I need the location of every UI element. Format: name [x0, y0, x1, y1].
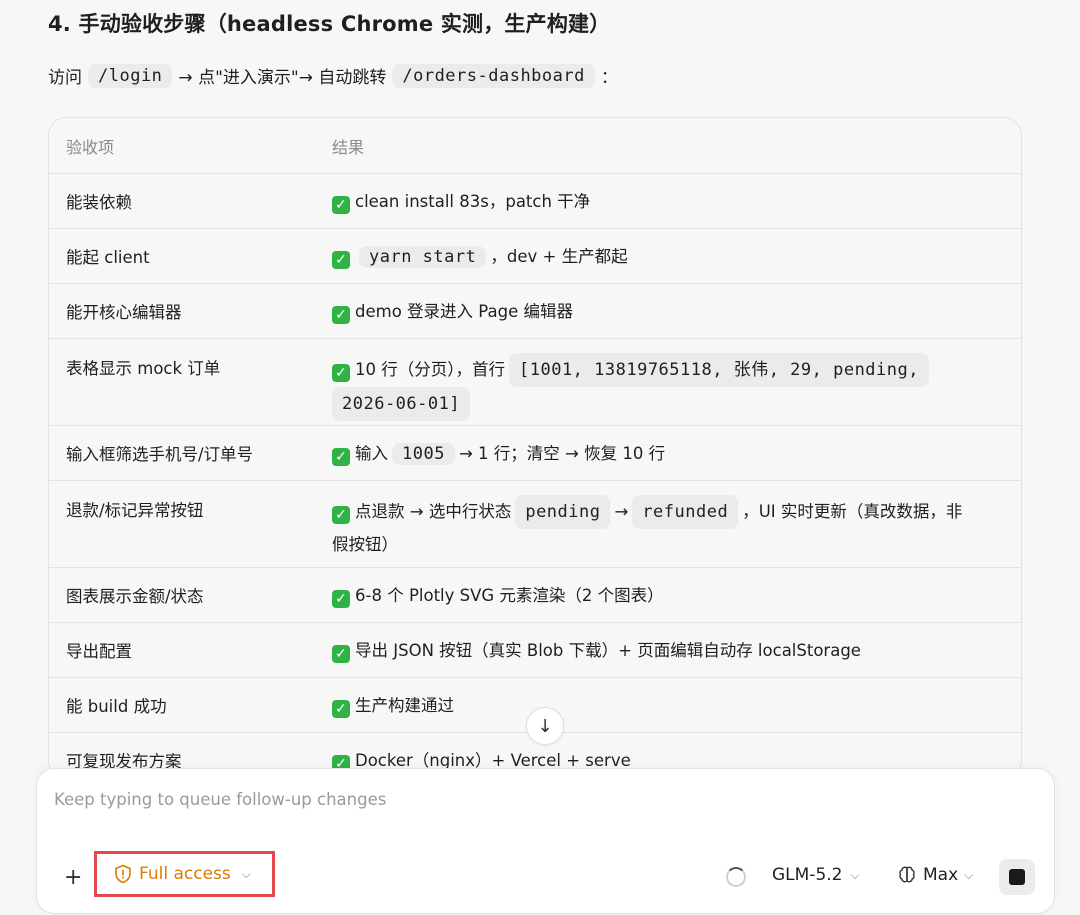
row-item: 能装依赖: [66, 193, 132, 212]
arrow-text: →: [614, 502, 629, 521]
result-text: 6-8 个 Plotly SVG 元素渲染（2 个图表）: [355, 586, 664, 605]
row-item: 输入框筛选手机号/订单号: [66, 445, 254, 464]
row-result: ✓ demo 登录进入 Page 编辑器: [332, 298, 1021, 324]
row-item: 表格显示 mock 订单: [66, 359, 221, 378]
table-row: 能起 client ✓ yarn start ，dev + 生产都起: [49, 228, 1021, 283]
access-dropdown[interactable]: Full access ⌵: [94, 851, 275, 897]
check-icon: ✓: [332, 306, 350, 324]
composer: Keep typing to queue follow-up changes +…: [36, 768, 1055, 914]
header-result: 结果: [332, 137, 365, 157]
effort-label: Max: [923, 865, 959, 885]
inline-code: yarn start: [359, 246, 487, 268]
stop-button[interactable]: [999, 859, 1035, 895]
chevron-down-icon: ⌵: [241, 866, 251, 881]
check-icon: ✓: [332, 364, 350, 382]
row-result: ✓ yarn start ，dev + 生产都起: [332, 243, 1021, 269]
result-text: 导出 JSON 按钮（真实 Blob 下载）+ 页面编辑自动存 localSto…: [355, 641, 861, 660]
intro-middle: → 点"进入演示"→ 自动跳转: [178, 68, 387, 88]
login-path-code: /login: [88, 63, 173, 88]
intro-line: 访问 /login → 点"进入演示"→ 自动跳转 /orders-dashbo…: [48, 63, 618, 88]
row-result: ✓ 生产构建通过: [332, 692, 1021, 718]
section-heading: 4. 手动验收步骤（headless Chrome 实测，生产构建）: [48, 12, 611, 36]
add-attachment-button[interactable]: +: [64, 865, 82, 890]
result-text: ，dev + 生产都起: [490, 247, 628, 266]
table-row: 导出配置 ✓ 导出 JSON 按钮（真实 Blob 下载）+ 页面编辑自动存 lo…: [49, 622, 1021, 677]
scroll-down-button[interactable]: ↓: [526, 707, 564, 745]
row-result: ✓ 点退款 → 选中行状态 pending → refunded ，UI 实时更新（真改数…: [332, 481, 1021, 561]
result-text: 输入: [355, 444, 388, 463]
model-selector[interactable]: GLM-5.2 ⌵: [772, 865, 860, 885]
chevron-down-icon: ⌵: [964, 867, 974, 882]
table-row: 能装依赖 ✓ clean install 83s，patch 干净: [49, 173, 1021, 228]
table-row: 表格显示 mock 订单 ✓ 10 行（分页），首行 [1001, 13819765…: [49, 338, 1021, 425]
table-row: 输入框筛选手机号/订单号 ✓ 输入 1005 → 1 行；清空 → 恢复 10 行: [49, 425, 1021, 480]
result-text: 10 行（分页），首行: [355, 360, 505, 379]
check-icon: ✓: [332, 700, 350, 718]
row-result: ✓ 输入 1005 → 1 行；清空 → 恢复 10 行: [332, 440, 1021, 466]
row-item: 导出配置: [66, 642, 132, 661]
header-item: 验收项: [66, 137, 115, 157]
row-item: 能起 client: [66, 248, 150, 267]
check-icon: ✓: [332, 251, 350, 269]
inline-code: [1001, 13819765118, 张伟, 29, pending,: [509, 353, 929, 387]
inline-code: pending: [515, 495, 611, 529]
row-result: ✓ 6-8 个 Plotly SVG 元素渲染（2 个图表）: [332, 582, 1021, 608]
model-label: GLM-5.2: [772, 865, 843, 885]
table-header: 验收项 结果: [49, 118, 1021, 173]
intro-suffix: ：: [600, 68, 618, 88]
inline-code: 1005: [392, 443, 455, 465]
composer-input[interactable]: Keep typing to queue follow-up changes: [54, 790, 386, 809]
row-result: ✓ clean install 83s，patch 干净: [332, 188, 1021, 214]
row-item: 图表展示金额/状态: [66, 587, 204, 606]
table-row: 退款/标记异常按钮 ✓ 点退款 → 选中行状态 pending → refunded ，U…: [49, 480, 1021, 567]
loading-spinner-icon: [726, 867, 746, 887]
result-text: 点退款 → 选中行状态: [355, 502, 512, 521]
check-icon: ✓: [332, 448, 350, 466]
acceptance-table: 验收项 结果 能装依赖 ✓ clean install 83s，patch 干净 …: [48, 117, 1022, 779]
chevron-down-icon: ⌵: [850, 867, 860, 882]
dashboard-path-code: /orders-dashboard: [392, 63, 595, 88]
check-icon: ✓: [332, 590, 350, 608]
result-text: demo 登录进入 Page 编辑器: [355, 302, 573, 321]
check-icon: ✓: [332, 196, 350, 214]
intro-prefix: 访问: [48, 68, 82, 88]
table-row: 能开核心编辑器 ✓ demo 登录进入 Page 编辑器: [49, 283, 1021, 338]
brain-icon: [899, 866, 915, 883]
check-icon: ✓: [332, 506, 350, 524]
stop-icon: [1009, 869, 1025, 885]
row-item: 能 build 成功: [66, 697, 167, 716]
row-item: 能开核心编辑器: [66, 303, 182, 322]
result-text: 生产构建通过: [355, 696, 454, 715]
shield-icon: [115, 864, 131, 884]
result-text: clean install 83s，patch 干净: [355, 192, 591, 211]
table-row: 图表展示金额/状态 ✓ 6-8 个 Plotly SVG 元素渲染（2 个图表）: [49, 567, 1021, 622]
check-icon: ✓: [332, 645, 350, 663]
result-text: ，UI 实时更新（真改数据，非: [742, 502, 963, 521]
inline-code: 2026-06-01]: [332, 387, 471, 421]
effort-selector[interactable]: Max ⌵: [897, 865, 973, 885]
result-text: 假按钮）: [332, 535, 398, 554]
result-text: → 1 行；清空 → 恢复 10 行: [458, 444, 666, 463]
arrow-down-icon: ↓: [537, 715, 553, 737]
row-item: 退款/标记异常按钮: [66, 501, 204, 520]
access-label: Full access: [139, 864, 231, 884]
inline-code: refunded: [632, 495, 739, 529]
row-result: ✓ 导出 JSON 按钮（真实 Blob 下载）+ 页面编辑自动存 localSt…: [332, 637, 1021, 663]
row-result: ✓ 10 行（分页），首行 [1001, 13819765118, 张伟, 29, …: [332, 339, 1021, 421]
